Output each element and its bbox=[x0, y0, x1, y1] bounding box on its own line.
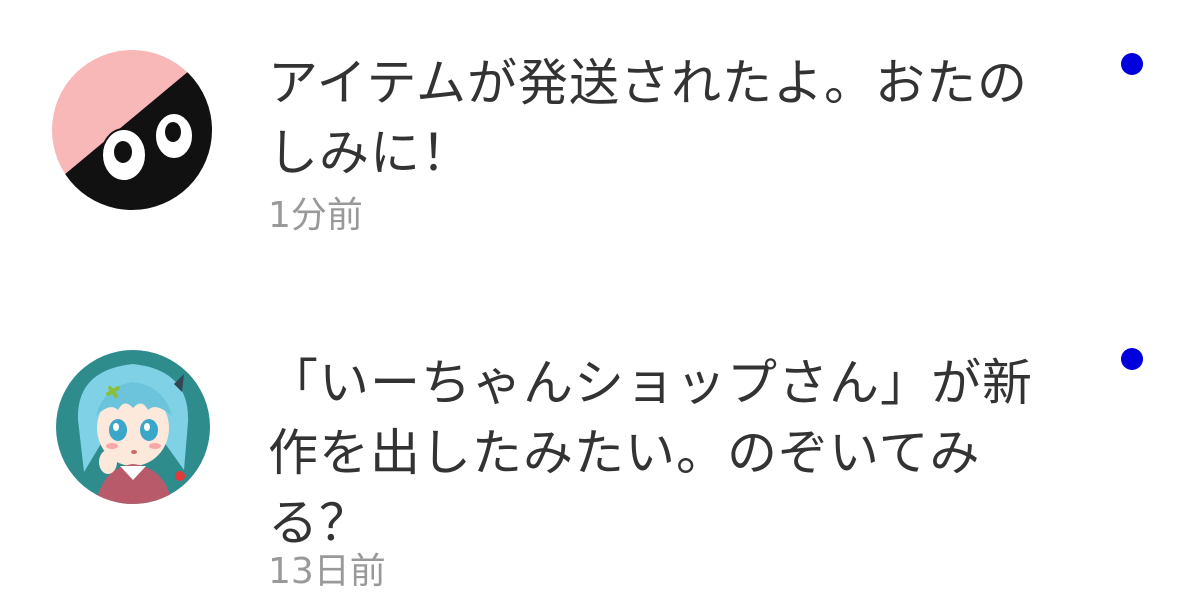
black-creature-avatar-icon[interactable] bbox=[52, 50, 212, 210]
unread-dot-icon bbox=[1121, 53, 1143, 75]
notification-message: アイテムが発送されたよ。おたのしみに！ bbox=[268, 54, 1028, 182]
notification-time: 1分前 bbox=[268, 195, 363, 236]
notification-item[interactable]: 「いーちゃんショップさん」が新作を出したみたい。のぞいてみる？ 13日前 bbox=[0, 290, 1200, 603]
notification-item[interactable]: アイテムが発送されたよ。おたのしみに！ 1分前 bbox=[0, 0, 1200, 290]
notification-time: 13日前 bbox=[268, 551, 386, 592]
anime-girl-avatar-icon[interactable] bbox=[56, 350, 210, 504]
unread-dot-icon bbox=[1121, 348, 1143, 370]
notification-message: 「いーちゃんショップさん」が新作を出したみたい。のぞいてみる？ bbox=[268, 354, 1033, 552]
notification-list: アイテムが発送されたよ。おたのしみに！ 1分前 「いーちゃんショップさん」が新作… bbox=[0, 0, 1200, 603]
